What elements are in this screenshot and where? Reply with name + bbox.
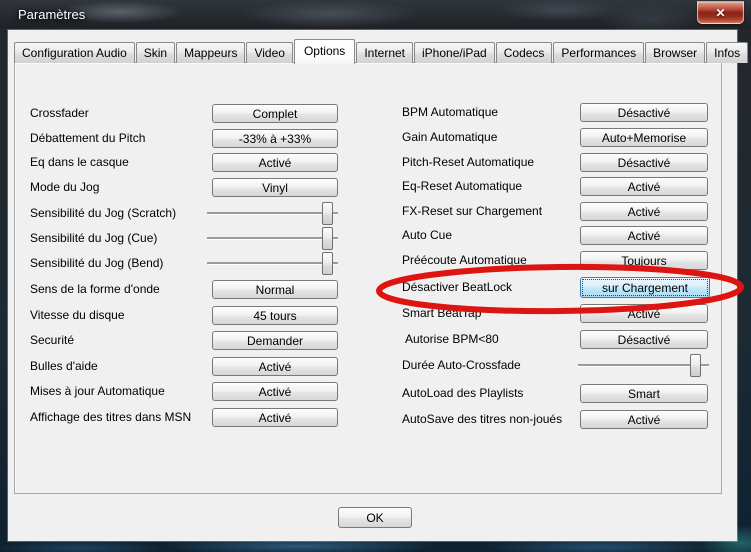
autoload-playlists-button[interactable]: Smart: [580, 384, 708, 403]
pitch-reset-button[interactable]: Désactivé: [580, 153, 708, 172]
option-label: Durée Auto-Crossfade: [402, 358, 521, 372]
tab-configuration-audio[interactable]: Configuration Audio: [14, 42, 135, 63]
autosave-unplayed-button[interactable]: Activé: [580, 410, 708, 429]
disc-speed-button[interactable]: 45 tours: [212, 306, 338, 325]
option-label: Sens de la forme d'onde: [30, 282, 160, 296]
waveform-direction-button[interactable]: Normal: [212, 280, 338, 299]
window-title: Paramètres: [18, 7, 86, 22]
jog-cue-sensitivity-slider[interactable]: [207, 227, 338, 250]
option-label: Securité: [30, 333, 75, 347]
crossfader-button[interactable]: Complet: [212, 104, 338, 123]
option-label: Gain Automatique: [402, 130, 498, 144]
option-label: Affichage des titres dans MSN: [30, 410, 192, 424]
option-label: Débattement du Pitch: [30, 131, 146, 145]
option-label: Mises à jour Automatique: [30, 384, 165, 398]
option-label: Vitesse du disque: [30, 308, 125, 322]
auto-cue-button[interactable]: Activé: [580, 226, 708, 245]
option-label: AutoSave des titres non-joués: [402, 412, 563, 426]
smart-beattap-button[interactable]: Activé: [580, 304, 708, 323]
bpm-auto-button[interactable]: Désactivé: [580, 103, 708, 122]
option-label: Sensibilité du Jog (Scratch): [30, 206, 177, 220]
option-label: Désactiver BeatLock: [402, 280, 513, 294]
tab-infos[interactable]: Infos: [706, 42, 749, 63]
preecoute-auto-button[interactable]: Toujours: [580, 251, 708, 270]
eq-reset-button[interactable]: Activé: [580, 177, 708, 196]
slider-track[interactable]: [207, 212, 338, 214]
pitch-range-button[interactable]: -33% à +33%: [212, 129, 338, 148]
option-label: AutoLoad des Playlists: [402, 386, 524, 400]
option-label: BPM Automatique: [402, 105, 499, 119]
option-label: Mode du Jog: [30, 180, 100, 194]
close-button[interactable]: ✕: [697, 1, 744, 24]
ok-button[interactable]: OK: [338, 507, 412, 528]
option-label: Crossfader: [30, 106, 89, 120]
option-label: Préécoute Automatique: [402, 253, 527, 267]
option-label: Sensibilité du Jog (Bend): [30, 256, 164, 270]
tab-performances[interactable]: Performances: [553, 42, 645, 63]
beatlock-disable-button[interactable]: sur Chargement: [580, 277, 710, 298]
tab-mappeurs[interactable]: Mappeurs: [176, 42, 246, 63]
jog-mode-button[interactable]: Vinyl: [212, 178, 338, 197]
option-label: Smart BeatTap: [402, 306, 482, 320]
option-label: Eq dans le casque: [30, 155, 129, 169]
slider-track[interactable]: [207, 262, 338, 264]
option-label: Bulles d'aide: [30, 359, 98, 373]
tab-video[interactable]: Video: [246, 42, 293, 63]
option-label: FX-Reset sur Chargement: [402, 204, 543, 218]
tab-iphone-ipad[interactable]: iPhone/iPad: [414, 42, 495, 63]
parametres-window: Paramètres ✕ Configuration Audio Skin Ma…: [0, 0, 751, 552]
eq-headphone-button[interactable]: Activé: [212, 153, 338, 172]
tab-internet[interactable]: Internet: [356, 42, 414, 63]
jog-scratch-sensitivity-slider[interactable]: [207, 202, 338, 225]
close-icon: ✕: [715, 5, 726, 20]
slider-thumb[interactable]: [322, 252, 333, 275]
option-label: Eq-Reset Automatique: [402, 179, 523, 193]
tab-strip: Configuration Audio Skin Mappeurs Video …: [14, 38, 749, 64]
slider-track[interactable]: [207, 237, 338, 239]
msn-titles-button[interactable]: Activé: [212, 408, 338, 427]
option-label: Sensibilité du Jog (Cue): [30, 231, 158, 245]
dialog-client-area: Configuration Audio Skin Mappeurs Video …: [8, 30, 749, 541]
allow-low-bpm-button[interactable]: Désactivé: [580, 330, 708, 349]
tab-codecs[interactable]: Codecs: [495, 42, 553, 63]
option-label: Auto Cue: [402, 228, 453, 242]
option-label: Autorise BPM<80: [405, 332, 499, 346]
option-label: Pitch-Reset Automatique: [402, 155, 535, 169]
tab-browser[interactable]: Browser: [645, 42, 706, 63]
tooltips-button[interactable]: Activé: [212, 357, 338, 376]
slider-thumb[interactable]: [322, 227, 333, 250]
fx-reset-button[interactable]: Activé: [580, 202, 708, 221]
gain-auto-button[interactable]: Auto+Memorise: [580, 128, 708, 147]
slider-thumb[interactable]: [322, 202, 333, 225]
tab-skin[interactable]: Skin: [135, 42, 176, 63]
auto-update-button[interactable]: Activé: [212, 382, 338, 401]
auto-crossfade-duration-slider[interactable]: [578, 354, 709, 377]
slider-thumb[interactable]: [690, 354, 701, 377]
jog-bend-sensitivity-slider[interactable]: [207, 252, 338, 275]
security-button[interactable]: Demander: [212, 331, 338, 350]
tab-options[interactable]: Options: [293, 39, 356, 64]
